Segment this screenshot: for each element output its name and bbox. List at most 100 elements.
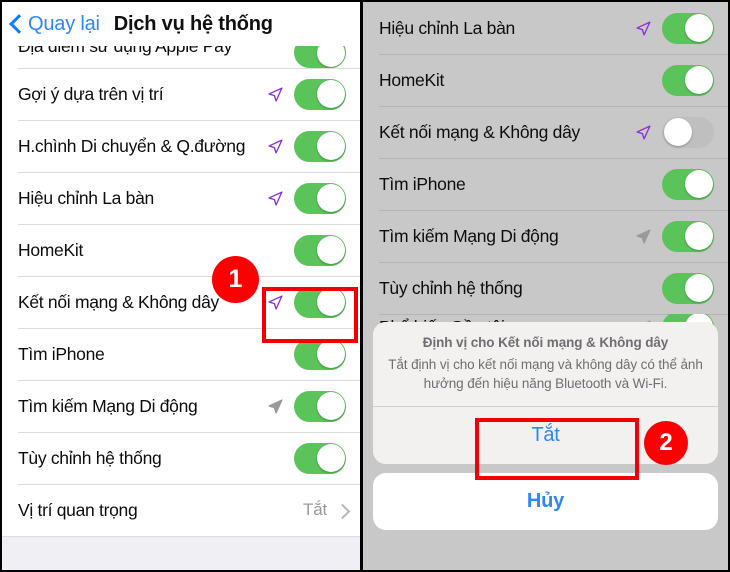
step-badge-2: 2 (644, 421, 688, 465)
list-item-label: H.chình Di chuyển & Q.đường (18, 135, 246, 156)
page-title: Dịch vụ hệ thống (113, 12, 273, 35)
toggle-knob (684, 170, 713, 198)
toggle-switch-on[interactable] (662, 272, 714, 304)
left-phone-screen: Quay lại Dịch vụ hệ thống Địa điểm sử dụ… (0, 0, 360, 572)
action-sheet-title: Định vị cho Kết nối mạng & Không dây (422, 334, 669, 350)
toggle-switch-on[interactable] (662, 12, 714, 44)
list-item[interactable]: Gợi ý dựa trên vị trí (2, 68, 360, 120)
location-arrow-purple-icon (267, 294, 284, 311)
list-item-accessory (662, 272, 714, 304)
toggle-knob (684, 222, 713, 250)
toggle-knob (316, 340, 345, 368)
toggle-switch-on[interactable] (662, 168, 714, 200)
list-item-label: Tìm kiếm Mạng Di động (379, 225, 559, 246)
list-item[interactable]: Hiệu chỉnh La bàn (363, 2, 728, 54)
list-item-label: Vị trí quan trọng (18, 499, 138, 520)
toggle-knob (684, 274, 713, 302)
list-item-accessory (267, 390, 346, 422)
toggle-knob (316, 184, 345, 212)
list-item-accessory: Tắt (303, 500, 346, 520)
list-item-accessory (267, 130, 346, 162)
list-item-label: Kết nối mạng & Không dây (18, 291, 219, 312)
list-item-accessory (294, 442, 346, 474)
list-item-value: Tắt (303, 500, 327, 519)
list-group-gap (2, 536, 360, 570)
list-item[interactable]: Hiệu chỉnh La bàn (2, 172, 360, 224)
list-item[interactable]: HomeKit (363, 54, 728, 106)
list-item-label: Hiệu chỉnh La bàn (379, 17, 515, 38)
turn-off-button-label: Tắt (531, 424, 560, 446)
location-arrow-purple-icon (267, 86, 284, 103)
list-item-accessory (635, 220, 714, 252)
back-button-label: Quay lại (28, 12, 100, 35)
toggle-switch-on[interactable] (294, 338, 346, 370)
location-arrow-purple-icon (635, 20, 652, 37)
cancel-button[interactable]: Hủy (373, 473, 718, 530)
list-item-accessory (267, 182, 346, 214)
list-item-label: HomeKit (379, 69, 445, 90)
toggle-switch-on[interactable] (294, 286, 346, 318)
list-item[interactable]: H.chình Di chuyển & Q.đường (2, 120, 360, 172)
location-arrow-purple-icon (267, 190, 284, 207)
toggle-knob (316, 444, 345, 472)
location-arrow-purple-icon (267, 138, 284, 155)
toggle-switch-on[interactable] (294, 442, 346, 474)
toggle-switch-on[interactable] (294, 234, 346, 266)
list-item[interactable]: Kết nối mạng & Không dây (2, 276, 360, 328)
list-item-accessory (662, 64, 714, 96)
chevron-right-icon (337, 503, 346, 518)
system-services-list-dimmed: Hiệu chỉnh La bàn HomeKit Kết nối mạng & K… (363, 2, 728, 340)
toggle-knob (316, 392, 345, 420)
list-item[interactable]: Tìm iPhone (363, 158, 728, 210)
list-item[interactable]: Vị trí quan trọng Tắt (2, 484, 360, 536)
toggle-knob (316, 80, 345, 108)
list-item-label: Tìm kiếm Mạng Di động (18, 395, 198, 416)
toggle-switch-on[interactable] (294, 182, 346, 214)
list-item-label: Kết nối mạng & Không dây (379, 121, 580, 142)
toggle-switch-on[interactable] (662, 220, 714, 252)
list-item[interactable]: Tìm kiếm Mạng Di động (363, 210, 728, 262)
toggle-knob (684, 14, 713, 42)
cancel-button-label: Hủy (526, 490, 565, 512)
action-sheet-text-block: Định vị cho Kết nối mạng & Không dây Tắt… (373, 321, 718, 406)
toggle-switch-off[interactable] (662, 116, 714, 148)
toggle-knob (684, 66, 713, 94)
list-item-accessory (635, 12, 714, 44)
toggle-knob (316, 132, 345, 160)
list-item-accessory (635, 116, 714, 148)
action-sheet-message: Tắt định vị cho kết nối mạng và không dâ… (388, 356, 703, 391)
navigation-bar: Quay lại Dịch vụ hệ thống (2, 2, 360, 46)
right-phone-screen: Hiệu chỉnh La bàn HomeKit Kết nối mạng & K… (360, 0, 730, 572)
list-item-accessory (267, 286, 346, 318)
list-item[interactable]: Kết nối mạng & Không dây (363, 106, 728, 158)
list-item-label: Gợi ý dựa trên vị trí (18, 83, 164, 104)
list-item-accessory (294, 338, 346, 370)
list-item-accessory (294, 234, 346, 266)
list-item[interactable]: Tìm iPhone (2, 328, 360, 380)
list-item[interactable]: Tìm kiếm Mạng Di động (2, 380, 360, 432)
list-item[interactable]: Địa điểm sử dụng Apple Pay (2, 36, 360, 68)
list-item[interactable]: Tùy chỉnh hệ thống (2, 432, 360, 484)
toggle-knob (663, 118, 692, 146)
list-item[interactable]: HomeKit (2, 224, 360, 276)
toggle-switch-on[interactable] (294, 390, 346, 422)
back-button[interactable]: Quay lại (10, 13, 100, 36)
toggle-switch-on[interactable] (294, 78, 346, 110)
toggle-knob (316, 288, 345, 316)
location-arrow-gray-icon (635, 228, 652, 245)
screenshot-root: Quay lại Dịch vụ hệ thống Địa điểm sử dụ… (0, 0, 730, 572)
toggle-knob (316, 236, 345, 264)
list-item-label: HomeKit (18, 239, 84, 260)
list-item-label: Tìm iPhone (379, 173, 466, 194)
list-item[interactable]: Tùy chỉnh hệ thống (363, 262, 728, 314)
list-item-accessory (267, 78, 346, 110)
chevron-left-icon (10, 13, 23, 35)
system-services-list: Địa điểm sử dụng Apple Pay Gợi ý dựa trên… (2, 36, 360, 536)
list-item-label: Tùy chỉnh hệ thống (18, 447, 162, 468)
toggle-switch-on[interactable] (294, 130, 346, 162)
location-arrow-gray-icon (267, 398, 284, 415)
location-arrow-purple-icon (635, 124, 652, 141)
list-item-label: Hiệu chỉnh La bàn (18, 187, 154, 208)
step-badge-1: 1 (212, 256, 259, 303)
toggle-switch-on[interactable] (662, 64, 714, 96)
